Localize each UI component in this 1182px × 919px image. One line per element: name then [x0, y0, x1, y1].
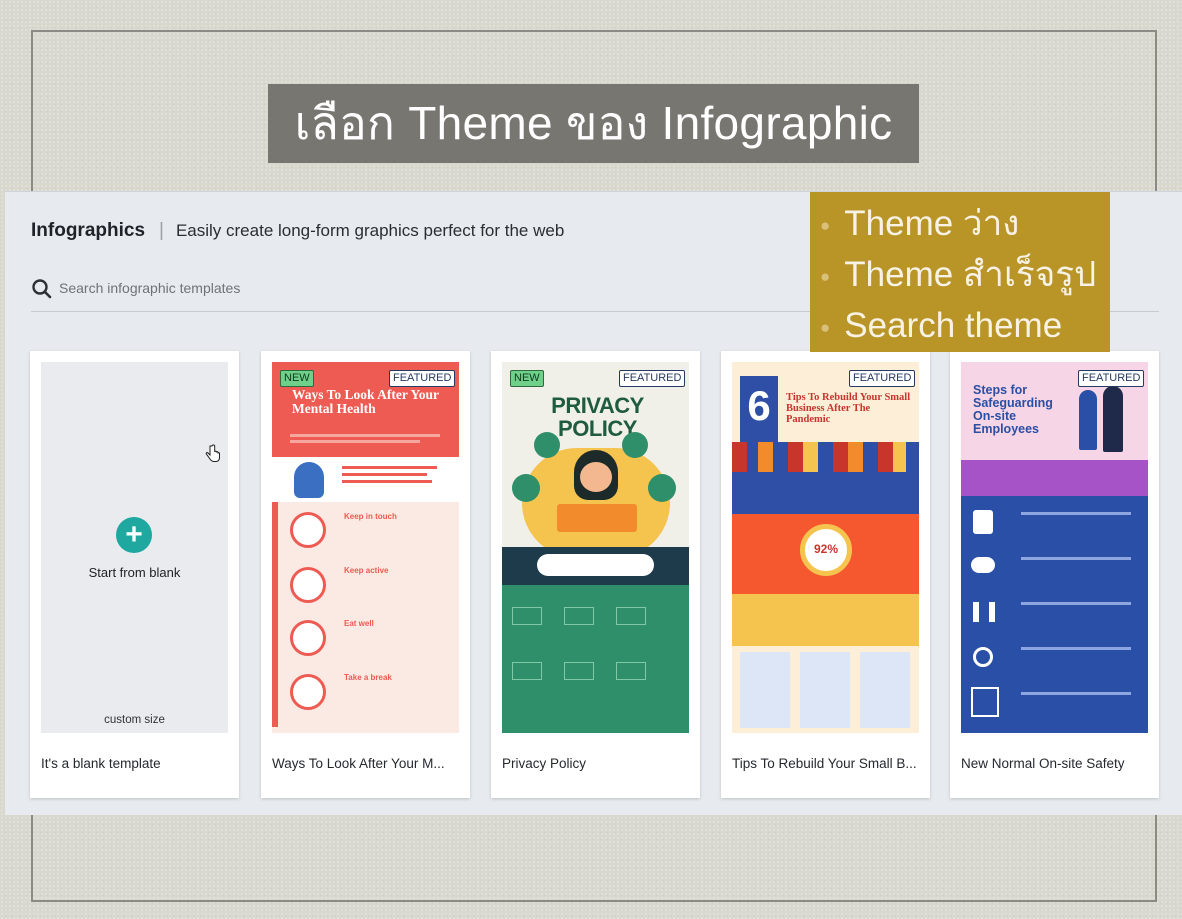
template-card-mental-health[interactable]: Ways To Look After Your Mental Health Ke…: [261, 351, 470, 798]
hand-cursor-icon: [205, 444, 220, 462]
new-badge: NEW: [510, 370, 544, 387]
start-from-blank-label: Start from blank: [88, 565, 181, 580]
no-visitors-icon: [973, 647, 993, 667]
cutlery-icon: [290, 620, 326, 656]
bullet-search-theme: ● Search theme: [820, 306, 1063, 345]
thumb-title: Steps for Safeguarding On-site Employees: [973, 383, 1053, 437]
small-business-thumbnail[interactable]: 6 Tips To Rebuild Your Small Business Af…: [732, 362, 919, 733]
thumb-number: 6: [747, 382, 771, 429]
cup-icon: [290, 674, 326, 710]
search-input[interactable]: [59, 276, 559, 300]
new-badge: NEW: [280, 370, 314, 387]
bullet-dot-icon: ●: [820, 216, 831, 236]
template-caption[interactable]: Privacy Policy: [502, 756, 586, 771]
template-card-small-business[interactable]: 6 Tips To Rebuild Your Small Business Af…: [721, 351, 930, 798]
search-icon: [32, 279, 52, 299]
template-caption[interactable]: New Normal On-site Safety: [961, 756, 1125, 771]
privacy-policy-thumbnail[interactable]: PRIVACY POLICY NEW FEATURED: [502, 362, 689, 733]
thumb-title: Tips To Rebuild Your Small Business Afte…: [786, 392, 911, 426]
theme-options-overlay: ● Theme ว่าง ● Theme สำเร็จรูป ● Search the…: [810, 192, 1110, 352]
template-card-onsite-safety[interactable]: Steps for Safeguarding On-site Employees…: [950, 351, 1159, 798]
featured-badge: FEATURED: [1078, 370, 1145, 387]
distance-icon: [973, 602, 979, 622]
swim-icon: [290, 567, 326, 603]
template-caption[interactable]: It's a blank template: [41, 756, 161, 771]
bullet-ready-theme: ● Theme สำเร็จรูป: [820, 255, 1097, 294]
mental-health-thumbnail[interactable]: Ways To Look After Your Mental Health Ke…: [272, 362, 459, 733]
featured-badge: FEATURED: [389, 370, 456, 387]
thumb-title: PRIVACY POLICY: [551, 393, 644, 442]
template-caption[interactable]: Tips To Rebuild Your Small B...: [732, 756, 917, 771]
percent-label: 92%: [813, 542, 839, 556]
bullet-blank-theme: ● Theme ว่าง: [820, 204, 1020, 243]
thumb-title: Ways To Look After Your Mental Health: [292, 387, 439, 417]
template-card-blank[interactable]: + Start from blank custom size It's a bl…: [30, 351, 239, 798]
bullet-dot-icon: ●: [820, 318, 831, 338]
custom-size-label: custom size: [104, 714, 165, 726]
header-separator: |: [159, 220, 164, 241]
onsite-safety-thumbnail[interactable]: Steps for Safeguarding On-site Employees…: [961, 362, 1148, 733]
city-skyline: [732, 442, 919, 472]
template-caption[interactable]: Ways To Look After Your M...: [272, 756, 445, 771]
blank-thumbnail[interactable]: + Start from blank custom size: [41, 362, 228, 733]
template-card-privacy-policy[interactable]: PRIVACY POLICY NEW FEATURED Privacy Poli…: [491, 351, 700, 798]
page-header: Infographics | Easily create long-form gra…: [31, 220, 564, 242]
featured-badge: FEATURED: [619, 370, 686, 387]
header-subtitle: Easily create long-form graphics perfect…: [175, 221, 565, 240]
slide-title: เลือก Theme ของ Infographic: [268, 84, 919, 163]
phone-icon: [290, 512, 326, 548]
featured-badge: FEATURED: [849, 370, 916, 387]
bullet-dot-icon: ●: [820, 267, 831, 287]
brand-title: Infographics: [31, 220, 146, 241]
mask-icon: [971, 557, 995, 573]
floor-markings-icon: [971, 687, 999, 717]
plus-icon[interactable]: +: [116, 517, 152, 553]
sanitizer-icon: [973, 510, 993, 534]
head-icon: [294, 462, 324, 498]
